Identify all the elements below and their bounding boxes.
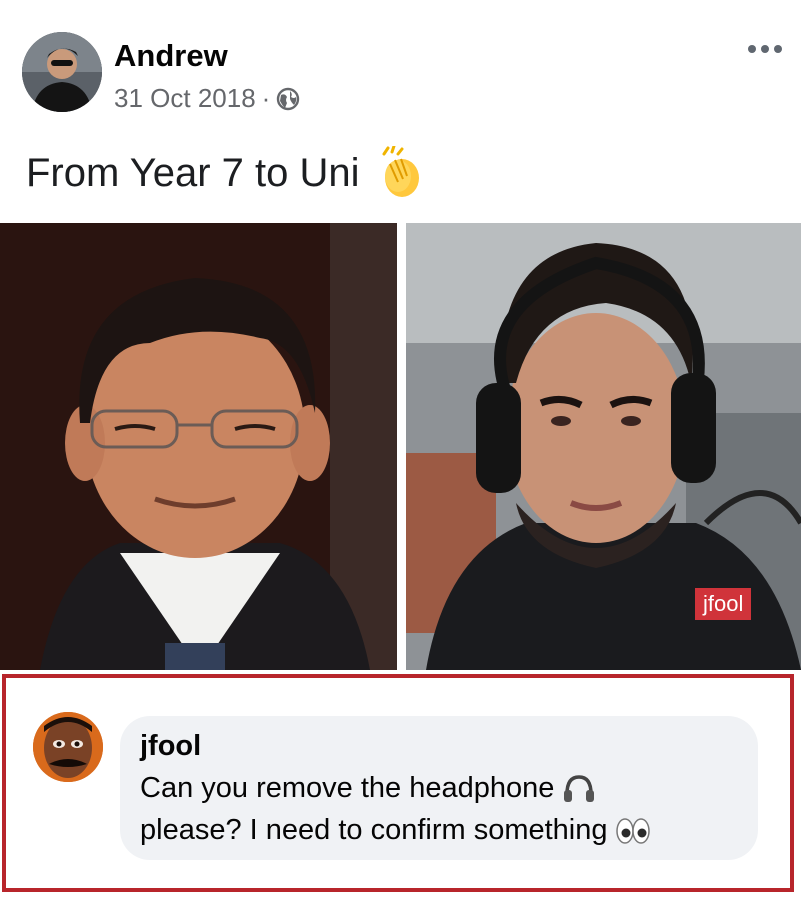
author-name[interactable]: Andrew	[114, 38, 228, 74]
post-photos	[0, 223, 801, 670]
post-meta: 31 Oct 2018 ·	[114, 83, 300, 114]
eyes-icon	[615, 816, 650, 846]
clapping-hands-icon	[374, 144, 428, 200]
comment-text-1: Can you remove the headphone	[140, 772, 555, 804]
comment-line-1: Can you remove the headphone	[140, 772, 596, 805]
watermark-label: jfool	[695, 588, 752, 620]
meta-separator: ·	[261, 83, 271, 113]
more-options-button[interactable]	[740, 34, 790, 64]
post-date[interactable]: 31 Oct 2018	[114, 83, 256, 114]
more-dot-icon	[748, 45, 756, 53]
author-avatar[interactable]	[22, 32, 102, 112]
photo-before[interactable]	[0, 223, 397, 670]
post-header: Andrew 31 Oct 2018 ·	[0, 0, 801, 130]
more-dot-icon	[774, 45, 782, 53]
comment-line-2: please? I need to confirm something	[140, 814, 650, 847]
comment-text-2: please? I need to confirm something	[140, 814, 608, 846]
more-dot-icon	[761, 45, 769, 53]
comment-author[interactable]: jfool	[140, 730, 201, 763]
commenter-avatar[interactable]	[33, 712, 103, 782]
post-text-content: From Year 7 to Uni	[26, 150, 360, 195]
post-text: From Year 7 to Uni	[26, 144, 428, 200]
globe-icon[interactable]	[276, 87, 300, 111]
headphone-icon	[562, 774, 596, 804]
